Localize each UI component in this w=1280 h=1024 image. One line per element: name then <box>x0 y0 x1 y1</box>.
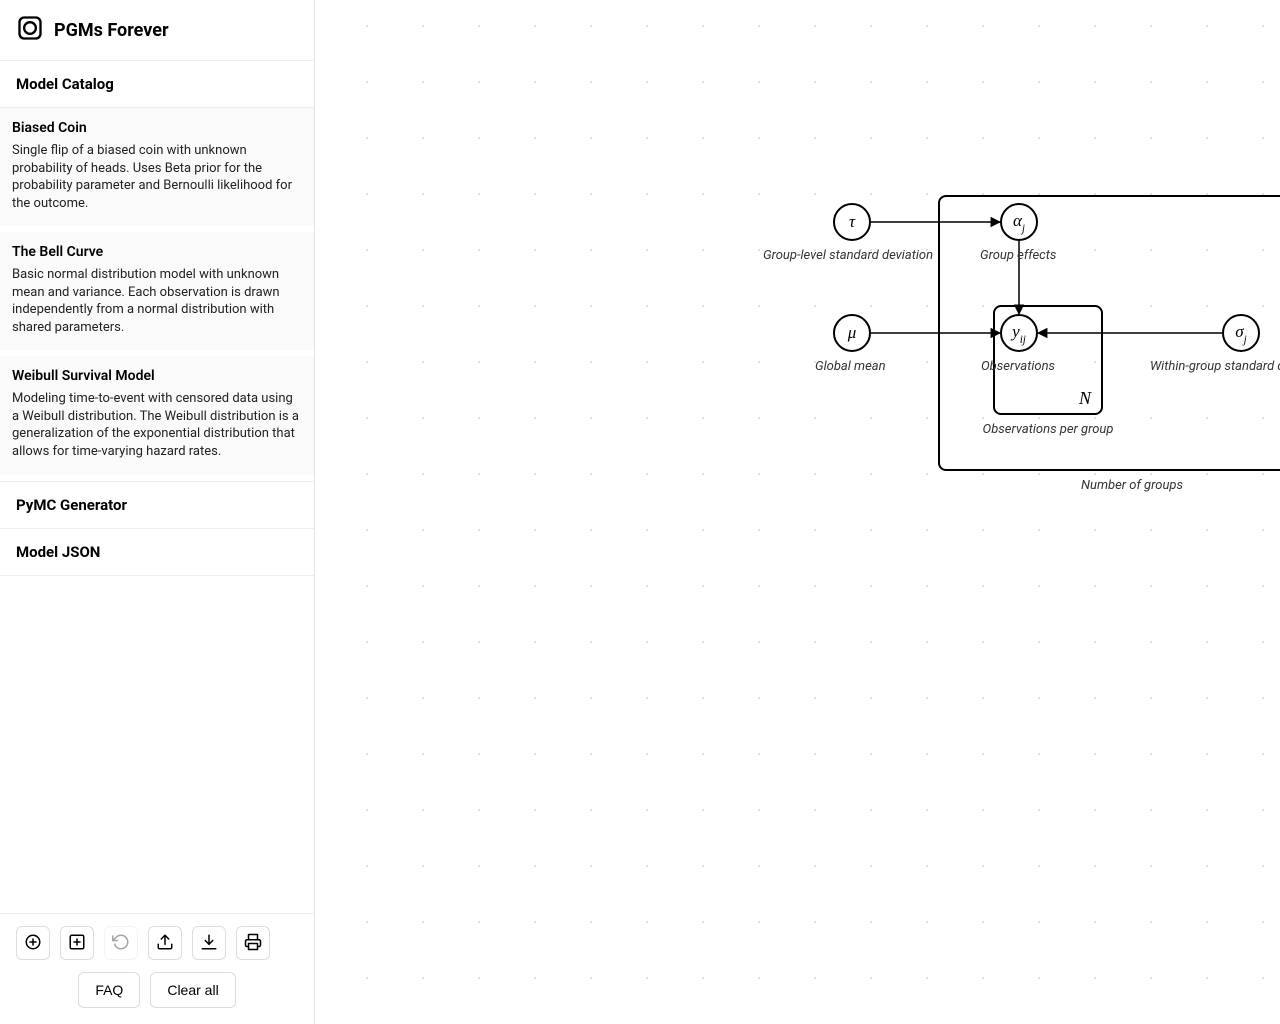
rotate-ccw-icon <box>112 933 130 954</box>
download-icon <box>200 933 218 954</box>
canvas-wrap: JNumber of groupsNObservations per group… <box>315 0 1280 1024</box>
square-plus-icon <box>68 933 86 954</box>
node-y[interactable]: yij <box>1000 314 1038 352</box>
add-plate-button[interactable] <box>60 926 94 960</box>
catalog-list: Biased Coin Single flip of a biased coin… <box>0 108 314 481</box>
upload-icon <box>156 933 174 954</box>
catalog-card-name: Biased Coin <box>12 120 302 136</box>
toolbar: FAQ Clear all <box>0 913 314 1024</box>
node-label: Observations <box>981 359 1055 374</box>
add-node-button[interactable] <box>16 926 50 960</box>
node-label: Within-group standard deviation <box>1150 359 1280 374</box>
accordion-header-json[interactable]: Model JSON <box>0 529 314 576</box>
accordion-header-pymc[interactable]: PyMC Generator <box>0 482 314 529</box>
node-alpha[interactable]: αj <box>1000 203 1038 241</box>
brand: PGMs Forever <box>0 0 314 61</box>
node-sigma[interactable]: σj <box>1222 314 1260 352</box>
catalog-card-name: Weibull Survival Model <box>12 368 302 384</box>
node-mu[interactable]: μ <box>833 314 871 352</box>
app-title: PGMs Forever <box>54 20 169 41</box>
plate-caption: Observations per group <box>983 422 1114 437</box>
node-label: Group-level standard deviation <box>763 248 933 263</box>
faq-button[interactable]: FAQ <box>78 972 140 1008</box>
catalog-card-name: The Bell Curve <box>12 244 302 260</box>
catalog-card[interactable]: Weibull Survival Model Modeling time-to-… <box>0 356 314 480</box>
node-label: Global mean <box>815 359 886 374</box>
node-symbol: αj <box>1013 211 1025 233</box>
printer-icon <box>244 933 262 954</box>
node-symbol: yij <box>1012 322 1026 344</box>
sidebar-spacer <box>0 576 314 913</box>
canvas-inner[interactable]: JNumber of groupsNObservations per group… <box>315 0 1280 1008</box>
catalog-body[interactable]: Biased Coin Single flip of a biased coin… <box>0 108 314 482</box>
node-symbol: μ <box>848 323 857 343</box>
circle-plus-icon <box>24 933 42 954</box>
canvas[interactable]: JNumber of groupsNObservations per group… <box>315 0 1280 1024</box>
sidebar-accordion: Model Catalog Biased Coin Single flip of… <box>0 61 314 913</box>
node-tau[interactable]: τ <box>833 203 871 241</box>
catalog-card-desc: Single flip of a biased coin with unknow… <box>12 142 302 212</box>
plate-caption: Number of groups <box>1081 478 1183 493</box>
catalog-card[interactable]: The Bell Curve Basic normal distribution… <box>0 232 314 356</box>
catalog-card[interactable]: Biased Coin Single flip of a biased coin… <box>0 108 314 232</box>
accordion-header-catalog[interactable]: Model Catalog <box>0 61 314 108</box>
node-symbol: τ <box>849 212 855 232</box>
edges-layer <box>315 0 1280 1008</box>
export-button[interactable] <box>148 926 182 960</box>
sidebar: PGMs Forever Model Catalog Biased Coin S… <box>0 0 315 1024</box>
logo-icon <box>16 14 44 46</box>
print-button[interactable] <box>236 926 270 960</box>
import-button[interactable] <box>192 926 226 960</box>
clear-all-button[interactable]: Clear all <box>150 972 235 1008</box>
plate-symbol: N <box>1079 388 1091 409</box>
catalog-card-desc: Basic normal distribution model with unk… <box>12 266 302 336</box>
reset-button <box>104 926 138 960</box>
node-symbol: σj <box>1235 322 1246 344</box>
node-label: Group effects <box>980 248 1056 263</box>
catalog-card-desc: Modeling time-to-event with censored dat… <box>12 390 302 460</box>
